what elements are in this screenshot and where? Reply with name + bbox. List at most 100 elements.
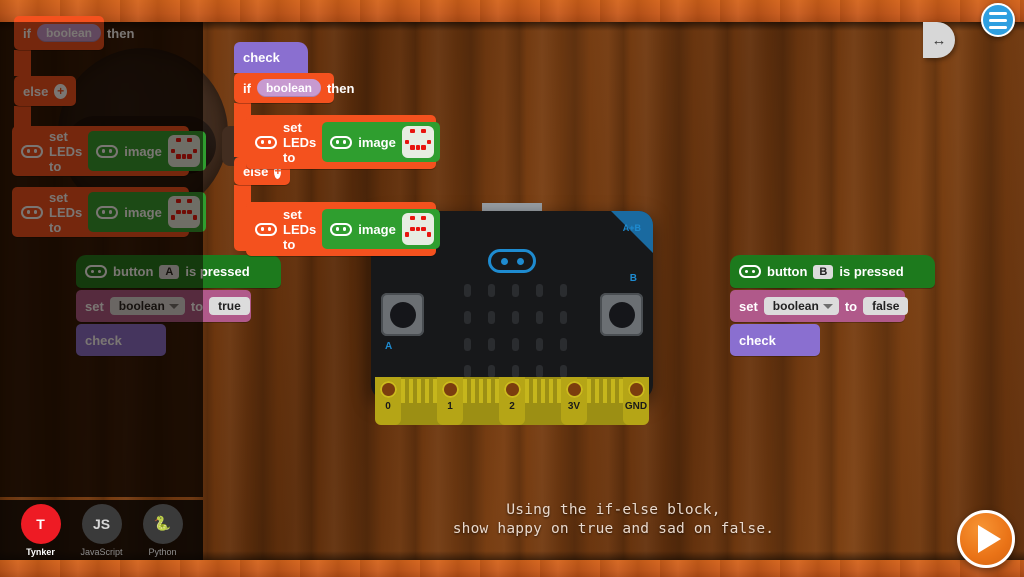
- led-preview-happy[interactable]: [167, 134, 201, 168]
- set-variable-block-b[interactable]: set boolean to false: [730, 290, 909, 322]
- pin-small-group: [463, 377, 499, 403]
- value-false[interactable]: false: [863, 297, 909, 315]
- menu-bar-3: [989, 25, 1007, 29]
- add-else-icon[interactable]: +: [54, 83, 67, 99]
- hamburger-menu-button[interactable]: [981, 3, 1015, 37]
- microbit-face-icon: [96, 205, 119, 219]
- microbit-button-a[interactable]: [381, 293, 424, 336]
- hat-suffix: is pressed: [185, 264, 250, 279]
- expand-arrows-icon: ↔: [931, 31, 947, 49]
- play-triangle-icon: [977, 525, 1001, 553]
- image-block-happy[interactable]: image: [88, 130, 207, 172]
- instruction-caption: Using the if-else block, show happy on t…: [203, 501, 1024, 539]
- microbit-face-icon: [330, 222, 353, 236]
- wood-strip-bottom: [0, 560, 1024, 577]
- menu-bar-1: [989, 11, 1007, 15]
- else-label: else: [23, 83, 49, 99]
- palette-else-header[interactable]: else +: [14, 76, 76, 106]
- caption-line-2: show happy on true and sad on false.: [452, 520, 775, 537]
- caption-line-1: Using the if-else block,: [506, 501, 721, 518]
- language-toolbar: T Tynker JS JavaScript 🐍 Python: [0, 500, 203, 560]
- microbit-logo-icon: [488, 249, 536, 273]
- lang-label: Python: [148, 546, 177, 557]
- edge-connector: 0 1 2 3V GND: [375, 377, 649, 425]
- call-label: check: [85, 332, 122, 348]
- pin-gnd: GND: [623, 377, 649, 425]
- if-header[interactable]: if boolean then: [234, 73, 354, 103]
- button-selector-b[interactable]: B: [813, 264, 834, 279]
- microbit-face-icon: [21, 205, 43, 219]
- led-preview-sad[interactable]: [401, 212, 435, 246]
- if-label: if: [23, 25, 31, 41]
- set-leds-label: set LEDs to: [283, 119, 317, 165]
- palette-set-leds-happy[interactable]: set LEDs to image: [12, 126, 207, 176]
- lang-button-tynker[interactable]: T Tynker: [12, 503, 70, 557]
- button-b-script[interactable]: button B is pressed set boolean to false…: [730, 255, 935, 356]
- button-a-label: A: [385, 341, 393, 352]
- button-a-script[interactable]: button A is pressed set boolean to true …: [76, 255, 281, 356]
- tynker-icon: T: [20, 503, 61, 544]
- button-selector-a[interactable]: A: [159, 264, 180, 279]
- then-label: then: [106, 25, 135, 41]
- microbit-face-icon: [21, 144, 43, 158]
- microbit-face-icon: [255, 135, 277, 149]
- lang-label: Tynker: [26, 546, 55, 557]
- palette-if-header[interactable]: if boolean then: [14, 16, 134, 50]
- if-condition-boolean[interactable]: boolean: [36, 24, 101, 42]
- image-label: image: [358, 221, 396, 237]
- image-block-sad[interactable]: image: [88, 191, 207, 233]
- wood-strip-top: [0, 0, 1024, 22]
- on-button-b-pressed-hat[interactable]: button B is pressed: [730, 255, 935, 288]
- palette-if-else-block[interactable]: if boolean then else +: [14, 16, 134, 142]
- microbit-face-icon: [330, 135, 353, 149]
- image-block-sad[interactable]: image: [322, 208, 441, 250]
- led-preview-happy[interactable]: [401, 125, 435, 159]
- if-label: if: [243, 80, 251, 96]
- if-condition-boolean[interactable]: boolean: [256, 79, 321, 97]
- image-label: image: [358, 134, 396, 150]
- hat-suffix: is pressed: [839, 264, 904, 279]
- set-label: set: [739, 298, 758, 314]
- set-leds-label: set LEDs to: [49, 128, 83, 174]
- define-check-hat[interactable]: check: [234, 42, 308, 73]
- hat-prefix: button: [113, 264, 154, 279]
- microbit-face-icon: [739, 265, 761, 278]
- lang-button-javascript[interactable]: JS JavaScript: [73, 503, 131, 557]
- microbit-face-icon: [85, 265, 107, 278]
- lang-label: JavaScript: [80, 546, 123, 557]
- lang-button-python[interactable]: 🐍 Python: [134, 503, 192, 557]
- image-block-happy[interactable]: image: [322, 121, 441, 163]
- palette-set-leds-sad[interactable]: set LEDs to image: [12, 187, 207, 237]
- set-leds-label: set LEDs to: [283, 206, 317, 252]
- button-ab-label: A+B: [622, 223, 641, 233]
- set-leds-sad-block[interactable]: set LEDs to image: [246, 202, 441, 256]
- variable-dropdown[interactable]: boolean: [109, 297, 185, 315]
- menu-bar-2: [989, 18, 1007, 22]
- expand-panel-button[interactable]: ↔: [923, 22, 955, 58]
- palette-then-arm: [14, 50, 31, 76]
- pin-small-group: [401, 377, 437, 403]
- value-true[interactable]: true: [209, 297, 250, 315]
- app-stage: A B A+B 0 1 2 3V GND check if boolean th…: [0, 0, 1024, 577]
- call-check-block-a[interactable]: check: [76, 324, 166, 356]
- variable-dropdown[interactable]: boolean: [763, 297, 839, 315]
- set-leds-label: set LEDs to: [49, 189, 83, 235]
- run-play-button[interactable]: [957, 510, 1015, 568]
- image-label: image: [124, 143, 162, 159]
- pin-1: 1: [437, 377, 463, 425]
- pin-0: 0: [375, 377, 401, 425]
- set-variable-block-a[interactable]: set boolean to true: [76, 290, 251, 322]
- hat-prefix: button: [767, 264, 808, 279]
- microbit-face-icon: [255, 222, 277, 236]
- led-preview-sad[interactable]: [167, 195, 201, 229]
- call-check-block-b[interactable]: check: [730, 324, 820, 356]
- pin-2: 2: [499, 377, 525, 425]
- microbit-button-b[interactable]: [600, 293, 643, 336]
- set-leds-happy-block[interactable]: set LEDs to image: [246, 115, 441, 169]
- set-label: set: [85, 298, 104, 314]
- on-button-a-pressed-hat[interactable]: button A is pressed: [76, 255, 281, 288]
- image-label: image: [124, 204, 162, 220]
- microbit-face-icon: [96, 144, 119, 158]
- to-label: to: [844, 298, 858, 314]
- javascript-icon: JS: [81, 503, 122, 544]
